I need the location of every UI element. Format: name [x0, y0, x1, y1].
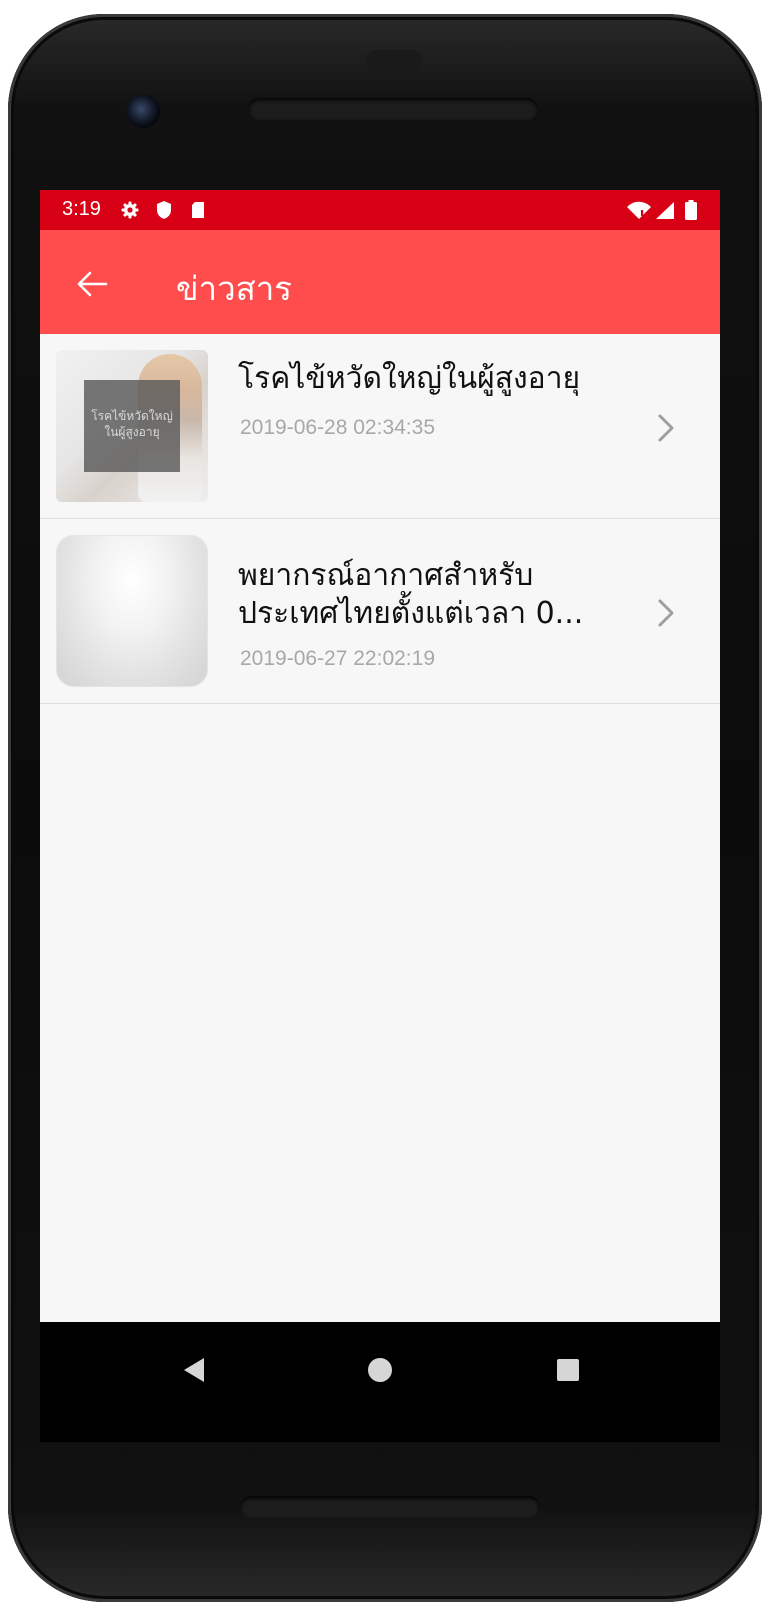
screen: 3:19 ข่าวสาร โรคไข้หวัดใหญ่ ในผู้สูงอายุ…	[40, 190, 720, 1322]
news-title: โรคไข้หวัดใหญ่ในผู้สูงอายุ	[238, 361, 581, 396]
battery-icon	[685, 200, 697, 220]
recents-square-icon[interactable]	[548, 1350, 588, 1390]
news-title-line-2: ประเทศไทยตั้งแต่เวลา 0...	[238, 596, 584, 631]
sd-card-icon	[192, 202, 204, 218]
news-thumbnail: โรคไข้หวัดใหญ่ ในผู้สูงอายุ	[56, 350, 208, 502]
back-triangle-icon[interactable]	[174, 1350, 214, 1390]
shield-icon	[157, 201, 171, 219]
list-item[interactable]: โรคไข้หวัดใหญ่ ในผู้สูงอายุ โรคไข้หวัดให…	[40, 334, 720, 519]
home-circle-icon[interactable]	[360, 1350, 400, 1390]
status-bar: 3:19	[40, 190, 720, 230]
status-time: 3:19	[62, 198, 101, 220]
list-item[interactable]: พยากรณ์อากาศสำหรับ ประเทศไทยตั้งแต่เวลา …	[40, 519, 720, 704]
chevron-right-icon	[658, 599, 674, 627]
news-thumbnail-placeholder	[56, 535, 208, 687]
earpiece-speaker	[248, 98, 538, 120]
top-slit	[366, 50, 422, 70]
app-bar: ข่าวสาร	[40, 230, 720, 334]
page-title: ข่าวสาร	[176, 269, 293, 308]
news-date: 2019-06-27 22:02:19	[240, 647, 435, 670]
wifi-icon	[627, 201, 651, 219]
arrow-left-icon	[77, 271, 108, 297]
front-camera	[126, 94, 160, 128]
news-list: โรคไข้หวัดใหญ่ ในผู้สูงอายุ โรคไข้หวัดให…	[40, 334, 720, 704]
settings-icon	[121, 201, 139, 219]
navigation-bar	[40, 1322, 720, 1442]
thumbnail-caption: โรคไข้หวัดใหญ่ ในผู้สูงอายุ	[84, 380, 180, 472]
news-date: 2019-06-28 02:34:35	[240, 416, 435, 439]
back-button[interactable]	[68, 260, 116, 308]
signal-icon	[656, 202, 674, 219]
chevron-right-icon	[658, 414, 674, 442]
bottom-speaker	[240, 1496, 540, 1518]
news-title-line-1: พยากรณ์อากาศสำหรับ	[238, 558, 534, 593]
